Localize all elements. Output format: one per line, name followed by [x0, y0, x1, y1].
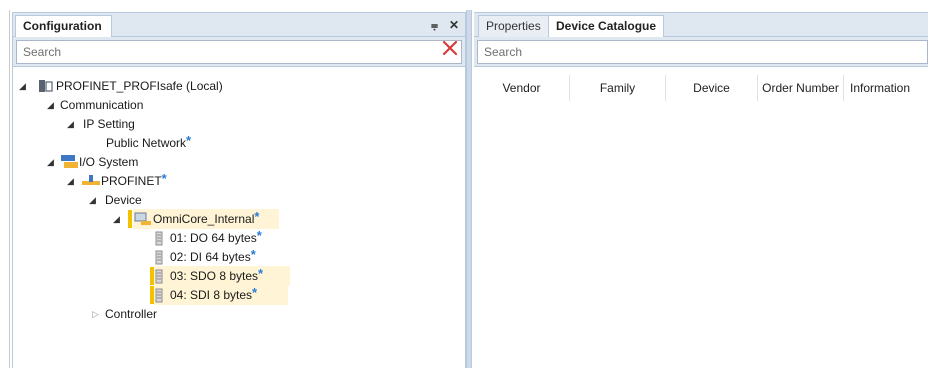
configuration-header: Configuration ⩦ ✕: [13, 13, 465, 37]
module-01-label: 01: DO 64 bytes: [170, 231, 257, 245]
safety-marker: [150, 286, 154, 304]
modified-star-icon: *: [161, 171, 167, 186]
expand-toggle-icon[interactable]: ◢: [19, 77, 26, 95]
modified-star-icon: *: [256, 228, 262, 243]
tree-node-communication[interactable]: Communication: [60, 96, 143, 114]
tree-node-module-02[interactable]: 02: DI 64 bytes*: [170, 248, 256, 266]
profinet-label: PROFINET: [101, 174, 162, 188]
tab-configuration[interactable]: Configuration: [15, 15, 112, 37]
configuration-search-row: Search: [13, 37, 465, 67]
tab-properties[interactable]: Properties: [478, 15, 549, 37]
safety-marker: [128, 210, 132, 228]
tree-node-public-network[interactable]: Public Network*: [106, 134, 191, 152]
tree-node-module-04[interactable]: 04: SDI 8 bytes*: [170, 286, 257, 304]
column-header-family[interactable]: Family: [570, 75, 666, 101]
tree-node-profinet[interactable]: PROFINET*: [101, 172, 167, 190]
tab-device-catalogue[interactable]: Device Catalogue: [548, 15, 665, 37]
module-04-label: 04: SDI 8 bytes: [170, 288, 253, 302]
edge-divider: [9, 10, 10, 368]
column-header-order-number[interactable]: Order Number: [758, 75, 844, 101]
tree-node-module-01[interactable]: 01: DO 64 bytes*: [170, 229, 262, 247]
public-network-label: Public Network: [106, 136, 187, 150]
device-catalogue-pane: Properties Device Catalogue Search Vendo…: [474, 12, 928, 368]
modified-star-icon: *: [258, 266, 264, 281]
module-icon: [155, 231, 163, 246]
expand-toggle-icon[interactable]: ◢: [47, 96, 54, 114]
column-header-vendor[interactable]: Vendor: [474, 75, 570, 101]
configuration-pane: Configuration ⩦ ✕ Search ◢ PROFINET_PROF…: [12, 12, 466, 368]
expand-toggle-icon[interactable]: ◢: [47, 153, 54, 171]
modified-star-icon: *: [186, 133, 192, 148]
tree-node-root[interactable]: PROFINET_PROFIsafe (Local): [56, 77, 223, 95]
catalogue-search-input[interactable]: Search: [477, 40, 928, 64]
tree-node-ip-setting[interactable]: IP Setting: [83, 115, 135, 133]
module-03-label: 03: SDO 8 bytes: [170, 269, 259, 283]
module-02-label: 02: DI 64 bytes: [170, 250, 251, 264]
catalogue-column-headers: Vendor Family Device Order Number Inform…: [474, 75, 928, 101]
tree-node-omnicore[interactable]: OmniCore_Internal*: [153, 210, 259, 228]
profinet-icon: [82, 175, 100, 185]
controller-icon: [134, 212, 151, 225]
catalogue-search-row: Search: [474, 37, 928, 67]
pin-icon[interactable]: ⩦: [431, 16, 438, 34]
tree-node-module-03[interactable]: 03: SDO 8 bytes*: [170, 267, 263, 285]
modified-star-icon: *: [252, 285, 258, 300]
safety-marker: [150, 267, 154, 285]
modified-star-icon: *: [254, 209, 260, 224]
expand-toggle-icon[interactable]: ◢: [67, 115, 74, 133]
close-icon[interactable]: ✕: [449, 16, 459, 34]
module-icon: [155, 288, 163, 303]
tree-node-device[interactable]: Device: [105, 191, 142, 209]
module-icon: [155, 269, 163, 284]
column-header-device[interactable]: Device: [666, 75, 758, 101]
tree-node-controller[interactable]: Controller: [105, 305, 157, 323]
collapse-toggle-icon[interactable]: ▷: [92, 305, 99, 323]
configuration-search-input[interactable]: Search: [16, 40, 462, 64]
clear-search-icon[interactable]: [441, 39, 459, 57]
expand-toggle-icon[interactable]: ◢: [89, 191, 96, 209]
column-header-information[interactable]: Information: [844, 75, 916, 101]
omnicore-label: OmniCore_Internal: [153, 212, 255, 226]
tree-node-io-system[interactable]: I/O System: [79, 153, 138, 171]
io-system-icon: [61, 155, 78, 168]
module-icon: [155, 250, 163, 265]
station-icon: [39, 80, 53, 92]
expand-toggle-icon[interactable]: ◢: [67, 172, 74, 190]
pane-splitter[interactable]: [466, 10, 472, 368]
catalogue-header: Properties Device Catalogue: [474, 13, 928, 37]
expand-toggle-icon[interactable]: ◢: [113, 210, 120, 228]
modified-star-icon: *: [250, 247, 256, 262]
